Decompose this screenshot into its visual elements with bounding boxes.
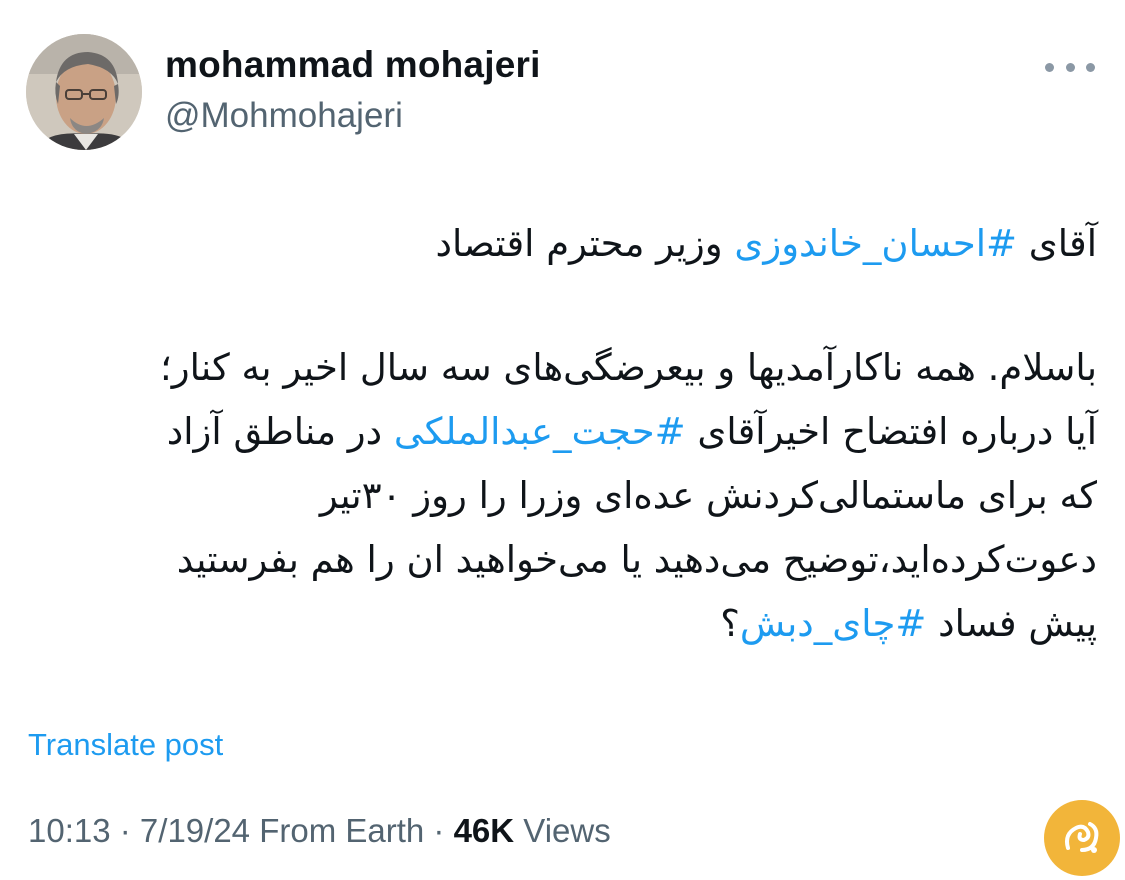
post-line-6: پیش فساد #چای_دبش؟ [720,602,1097,645]
post-line-5: دعوت‌کرده‌اید،توضیح می‌دهید یا می‌خواهید… [176,538,1097,581]
post-line-1: آقای #احسان_خاندوزی وزیر محترم اقتصاد [435,222,1097,265]
post-date[interactable]: 7/19/24 [140,812,250,849]
author-name[interactable]: mohammad mohajeri [165,44,541,86]
logo-icon [1065,822,1099,853]
more-horizontal-icon [1045,62,1054,72]
translate-post-link[interactable]: Translate post [28,727,223,763]
post-line-2: باسلام. همه ناکارآمدیها و بیعرضگی‌های سه… [160,346,1097,389]
more-options-button[interactable] [1045,52,1095,82]
post-line-4: که برای ماستمالی‌کردنش عده‌ای وزرا را رو… [319,474,1097,517]
hashtag-link[interactable]: #حجت_عبدالملکی [394,410,686,453]
post-line-3: آیا درباره افتضاح اخیرآقای #حجت_عبدالملک… [166,410,1097,453]
hashtag-link[interactable]: #چای_دبش [740,602,927,645]
views-label: Views [514,812,611,849]
post-metadata: 10:13 · 7/19/24 From Earth · 46K Views [28,812,611,849]
watermark-logo [1044,800,1120,876]
avatar[interactable] [26,34,142,150]
avatar-photo [26,34,142,150]
post-text: آقای #احسان_خاندوزی وزیر محترم اقتصاد با… [27,212,1097,656]
post-source: From Earth [250,812,425,849]
post-time[interactable]: 10:13 [28,812,111,849]
views-count[interactable]: 46K [454,812,515,849]
author-handle[interactable]: @Mohmohajeri [165,96,403,136]
tweet: mohammad mohajeri @Mohmohajeri آقای #احس… [0,0,1125,880]
hashtag-link[interactable]: #احسان_خاندوزی [734,222,1017,265]
